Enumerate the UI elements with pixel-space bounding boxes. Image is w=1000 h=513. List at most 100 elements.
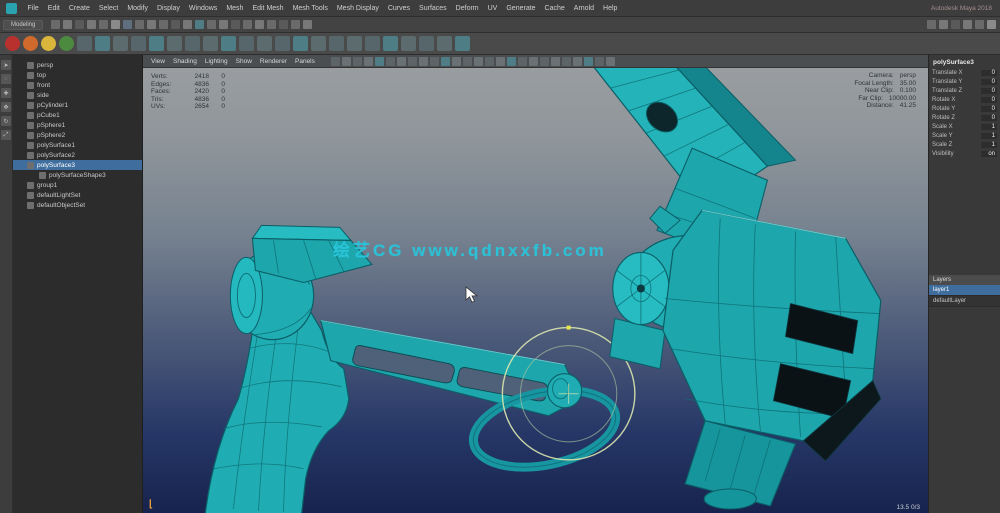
menu-item[interactable]: File: [23, 0, 43, 17]
status-icon[interactable]: [194, 20, 204, 29]
shelf-icon[interactable]: [131, 36, 146, 51]
channel-value[interactable]: 0: [981, 114, 997, 121]
status-icon[interactable]: [86, 20, 96, 29]
panel-menu-item[interactable]: Panels: [291, 58, 319, 65]
outliner-item[interactable]: side: [13, 90, 142, 100]
shelf-icon[interactable]: [365, 36, 380, 51]
outliner-item[interactable]: polySurfaceShape3: [13, 170, 142, 180]
status-icon[interactable]: [170, 20, 180, 29]
outliner-item[interactable]: pCylinder1: [13, 100, 142, 110]
scale-tool-icon[interactable]: ⤢: [1, 130, 11, 140]
status-icon[interactable]: [218, 20, 228, 29]
panel-toolbar-icon[interactable]: [429, 56, 439, 66]
menu-item[interactable]: Display: [152, 0, 184, 17]
panel-toolbar-icon[interactable]: [561, 56, 571, 66]
panel-toolbar-icon[interactable]: [330, 56, 340, 66]
panel-toolbar-icon[interactable]: [341, 56, 351, 66]
shelf-icon[interactable]: [185, 36, 200, 51]
shelf-icon[interactable]: [23, 36, 38, 51]
shelf-icon[interactable]: [95, 36, 110, 51]
menu-item[interactable]: Edit Mesh: [248, 0, 288, 17]
status-icon[interactable]: [110, 20, 120, 29]
channel-row[interactable]: Translate X 0: [929, 68, 1000, 77]
status-icon[interactable]: [302, 20, 312, 29]
channel-value[interactable]: 0: [981, 105, 997, 112]
menu-item[interactable]: Deform: [451, 0, 483, 17]
channel-row[interactable]: Rotate Y 0: [929, 104, 1000, 113]
panel-toolbar-icon[interactable]: [550, 56, 560, 66]
shelf-icon[interactable]: [203, 36, 218, 51]
outliner-item[interactable]: pSphere2: [13, 130, 142, 140]
menu-item[interactable]: Create: [64, 0, 94, 17]
panel-toolbar-icon[interactable]: [594, 56, 604, 66]
channel-value[interactable]: 1: [981, 132, 997, 139]
panel-toolbar-icon[interactable]: [363, 56, 373, 66]
menu-item[interactable]: Arnold: [569, 0, 598, 17]
channel-row[interactable]: Translate Z 0: [929, 86, 1000, 95]
menu-item[interactable]: Edit: [43, 0, 64, 17]
menu-set-selector[interactable]: Modeling: [3, 19, 44, 30]
shelf-icon[interactable]: [347, 36, 362, 51]
sidebar-toggle-icon[interactable]: [986, 20, 996, 29]
panel-toolbar-icon[interactable]: [605, 56, 615, 66]
panel-toolbar-icon[interactable]: [517, 56, 527, 66]
panel-toolbar-icon[interactable]: [396, 56, 406, 66]
outliner-item[interactable]: pCube1: [13, 110, 142, 120]
menu-item[interactable]: Surfaces: [415, 0, 452, 17]
shelf-icon[interactable]: [311, 36, 326, 51]
shelf-icon[interactable]: [275, 36, 290, 51]
shelf-icon[interactable]: [437, 36, 452, 51]
status-icon[interactable]: [134, 20, 144, 29]
sidebar-toggle-icon[interactable]: [962, 20, 972, 29]
menu-item[interactable]: Generate: [502, 0, 540, 17]
status-icon[interactable]: [74, 20, 84, 29]
menu-item[interactable]: Select: [94, 0, 122, 17]
channel-value[interactable]: 1: [981, 141, 997, 148]
status-icon[interactable]: [206, 20, 216, 29]
panel-toolbar-icon[interactable]: [462, 56, 472, 66]
panel-toolbar-icon[interactable]: [528, 56, 538, 66]
panel-toolbar-icon[interactable]: [374, 56, 384, 66]
menu-item[interactable]: Mesh Tools: [288, 0, 332, 17]
status-icon[interactable]: [266, 20, 276, 29]
shelf-icon[interactable]: [293, 36, 308, 51]
panel-toolbar-icon[interactable]: [539, 56, 549, 66]
panel-menu-item[interactable]: View: [147, 58, 169, 65]
viewport-canvas[interactable]: 绘艺CG www.qdnxxfb.com Verts: 2418 0 Edges…: [143, 68, 928, 513]
gun-mesh[interactable]: [587, 68, 882, 510]
channel-row[interactable]: Scale Z 1: [929, 140, 1000, 149]
shelf-icon[interactable]: [149, 36, 164, 51]
shelf-icon[interactable]: [77, 36, 92, 51]
channel-row[interactable]: Scale X 1: [929, 122, 1000, 131]
sidebar-toggle-icon[interactable]: [974, 20, 984, 29]
shelf-icon[interactable]: [419, 36, 434, 51]
panel-toolbar-icon[interactable]: [407, 56, 417, 66]
menu-item[interactable]: Mesh: [222, 0, 248, 17]
move-tool-icon[interactable]: ✥: [1, 102, 11, 112]
panel-toolbar-icon[interactable]: [385, 56, 395, 66]
shelf-icon[interactable]: [59, 36, 74, 51]
channel-value[interactable]: 1: [981, 123, 997, 130]
shelf-icon[interactable]: [41, 36, 56, 51]
menu-item[interactable]: Windows: [184, 0, 221, 17]
shelf-icon[interactable]: [401, 36, 416, 51]
shelf-icon[interactable]: [221, 36, 236, 51]
panel-toolbar-icon[interactable]: [451, 56, 461, 66]
status-icon[interactable]: [290, 20, 300, 29]
outliner-item[interactable]: top: [13, 70, 142, 80]
channel-row[interactable]: Rotate Z 0: [929, 113, 1000, 122]
shelf-icon[interactable]: [113, 36, 128, 51]
status-icon[interactable]: [50, 20, 60, 29]
panel-toolbar-icon[interactable]: [506, 56, 516, 66]
outliner-item[interactable]: polySurface1: [13, 140, 142, 150]
paint-select-tool-icon[interactable]: ✚: [1, 88, 11, 98]
shelf-icon[interactable]: [455, 36, 470, 51]
status-icon[interactable]: [122, 20, 132, 29]
menu-item[interactable]: Mesh Display: [332, 0, 383, 17]
shelf-icon[interactable]: [239, 36, 254, 51]
panel-menu-item[interactable]: Show: [232, 58, 256, 65]
channel-value[interactable]: 0: [981, 78, 997, 85]
shelf-icon[interactable]: [167, 36, 182, 51]
layer-row[interactable]: layer1: [929, 285, 1000, 296]
channel-row[interactable]: Translate Y 0: [929, 77, 1000, 86]
